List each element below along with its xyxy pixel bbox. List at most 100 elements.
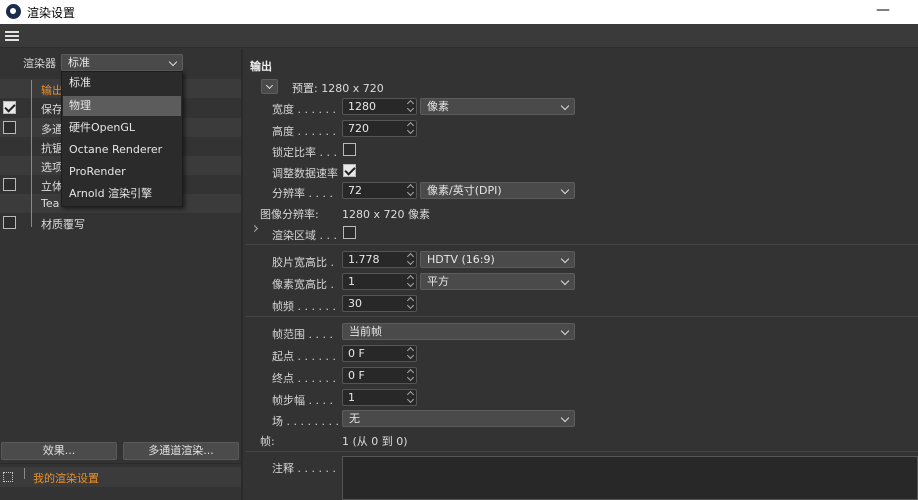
renderer-select-value: 标准 xyxy=(68,56,90,69)
tree-item-multipass[interactable]: 多通 xyxy=(41,121,63,137)
pixel-aspect-field[interactable]: 1 xyxy=(342,273,417,290)
notes-label: 注释 . . . . . . xyxy=(272,462,336,475)
height-value: 720 xyxy=(348,122,369,135)
film-aspect-field[interactable]: 1.778 xyxy=(342,251,417,268)
field-order-value: 无 xyxy=(349,412,360,425)
height-label: 高度 . . . . . . xyxy=(272,125,336,138)
tree-item-options[interactable]: 选项 xyxy=(41,159,63,175)
start-field[interactable]: 0 F xyxy=(342,345,417,362)
tree-item-output[interactable]: 输出 xyxy=(41,82,63,98)
pixel-aspect-preset: 平方 xyxy=(427,275,449,288)
start-label: 起点 . . . . . . xyxy=(272,350,336,363)
fps-field[interactable]: 30 xyxy=(342,295,417,312)
notes-textarea[interactable] xyxy=(342,456,918,500)
chevron-down-icon xyxy=(560,101,570,111)
step-value: 1 xyxy=(348,391,355,404)
renderer-option-prorender[interactable]: ProRender xyxy=(63,162,181,182)
film-aspect-preset: HDTV (16:9) xyxy=(427,253,495,266)
field-order-select[interactable]: 无 xyxy=(342,410,575,427)
tree-checkbox-multipass[interactable] xyxy=(3,121,16,134)
lock-ratio-checkbox[interactable] xyxy=(343,143,356,156)
frames-label: 帧: xyxy=(260,435,275,448)
tree-item-antialiasing[interactable]: 抗锯 xyxy=(41,140,63,156)
multipass-render-button[interactable]: 多通道渲染... xyxy=(123,442,239,460)
start-value: 0 F xyxy=(348,347,365,360)
render-region-checkbox[interactable] xyxy=(343,226,356,239)
pixel-aspect-select[interactable]: 平方 xyxy=(420,273,575,290)
step-field[interactable]: 1 xyxy=(342,389,417,406)
fps-value: 30 xyxy=(348,297,362,310)
renderer-option-arnold[interactable]: Arnold 渲染引擎 xyxy=(63,184,181,204)
tree-item-save[interactable]: 保存 xyxy=(41,101,63,117)
preset-text: 预置: 1280 x 720 xyxy=(292,82,384,95)
height-field[interactable]: 720 xyxy=(342,120,417,137)
chevron-down-icon xyxy=(560,413,570,423)
renderer-option-hardware-opengl[interactable]: 硬件OpenGL xyxy=(63,118,181,138)
tree-item-stereo[interactable]: 立体 xyxy=(41,178,63,194)
tree-checkbox-stereo[interactable] xyxy=(3,178,16,191)
cinema4d-app-icon xyxy=(6,4,21,19)
render-preset-item[interactable]: 我的渲染设置 xyxy=(33,470,99,486)
frame-range-value: 当前帧 xyxy=(349,325,382,338)
stepper-icon[interactable] xyxy=(407,347,414,360)
renderer-option-octane[interactable]: Octane Renderer xyxy=(63,140,181,160)
tree-checkbox-material-override[interactable] xyxy=(3,216,16,229)
pixel-aspect-label: 像素宽高比 . xyxy=(272,278,334,291)
chevron-down-icon xyxy=(265,81,274,90)
tree-item-team-render[interactable]: Tea xyxy=(41,197,59,210)
renderer-option-physical[interactable]: 物理 xyxy=(63,96,181,116)
stepper-icon[interactable] xyxy=(407,122,414,135)
renderer-label: 渲染器 xyxy=(23,57,56,70)
frame-range-label: 帧范围 . . . . xyxy=(272,328,333,341)
width-unit-select[interactable]: 像素 xyxy=(420,98,575,115)
chevron-down-icon xyxy=(560,254,570,264)
renderer-option-standard[interactable]: 标准 xyxy=(63,73,181,93)
width-unit-value: 像素 xyxy=(427,100,449,113)
stepper-icon[interactable] xyxy=(407,275,414,288)
window-title: 渲染设置 xyxy=(27,6,76,20)
resolution-unit-select[interactable]: 像素/英寸(DPI) xyxy=(420,182,575,199)
chevron-down-icon xyxy=(560,185,570,195)
stepper-icon[interactable] xyxy=(407,297,414,310)
step-label: 帧步幅 . . . . xyxy=(272,394,333,407)
stepper-icon[interactable] xyxy=(407,184,414,197)
end-field[interactable]: 0 F xyxy=(342,367,417,384)
divider xyxy=(246,316,918,317)
stepper-icon[interactable] xyxy=(407,100,414,113)
stepper-icon[interactable] xyxy=(407,391,414,404)
chevron-down-icon xyxy=(168,57,178,67)
adjust-rate-checkbox[interactable] xyxy=(343,164,356,177)
stepper-icon[interactable] xyxy=(407,369,414,382)
tree-checkbox-save[interactable] xyxy=(3,101,16,114)
divider xyxy=(246,451,918,452)
frame-range-select[interactable]: 当前帧 xyxy=(342,323,575,340)
end-value: 0 F xyxy=(348,369,365,382)
fps-label: 帧频 . . . . . . xyxy=(272,300,336,313)
hamburger-menu-icon[interactable] xyxy=(5,31,19,41)
lock-ratio-label: 锁定比率 . . . xyxy=(272,146,337,159)
minimize-button[interactable]: — xyxy=(876,2,890,20)
tree-item-material-override[interactable]: 材质覆写 xyxy=(41,216,85,232)
divider xyxy=(0,463,241,464)
effects-button[interactable]: 效果... xyxy=(1,442,117,460)
renderer-dropdown-menu: 标准 物理 硬件OpenGL Octane Renderer ProRender… xyxy=(61,71,183,207)
film-aspect-label: 胶片宽高比 . xyxy=(272,256,334,269)
image-resolution-value: 1280 x 720 像素 xyxy=(342,208,430,221)
preset-toggle-button[interactable] xyxy=(261,79,278,94)
section-title: 输出 xyxy=(250,60,272,73)
width-label: 宽度 . . . . . . xyxy=(272,103,336,116)
stepper-icon[interactable] xyxy=(407,253,414,266)
adjust-rate-label: 调整数据速率 xyxy=(272,167,338,180)
render-region-label: 渲染区域 . . . xyxy=(272,229,337,242)
resolution-value: 72 xyxy=(348,184,362,197)
divider xyxy=(246,244,918,245)
end-label: 终点 . . . . . . xyxy=(272,372,336,385)
width-field[interactable]: 1280 xyxy=(342,98,417,115)
renderer-select[interactable]: 标准 xyxy=(61,54,183,71)
film-aspect-select[interactable]: HDTV (16:9) xyxy=(420,251,575,268)
preset-expand-icon[interactable] xyxy=(3,472,13,482)
width-value: 1280 xyxy=(348,100,376,113)
frames-value: 1 (从 0 到 0) xyxy=(342,435,408,448)
film-aspect-value: 1.778 xyxy=(348,253,380,266)
resolution-field[interactable]: 72 xyxy=(342,182,417,199)
